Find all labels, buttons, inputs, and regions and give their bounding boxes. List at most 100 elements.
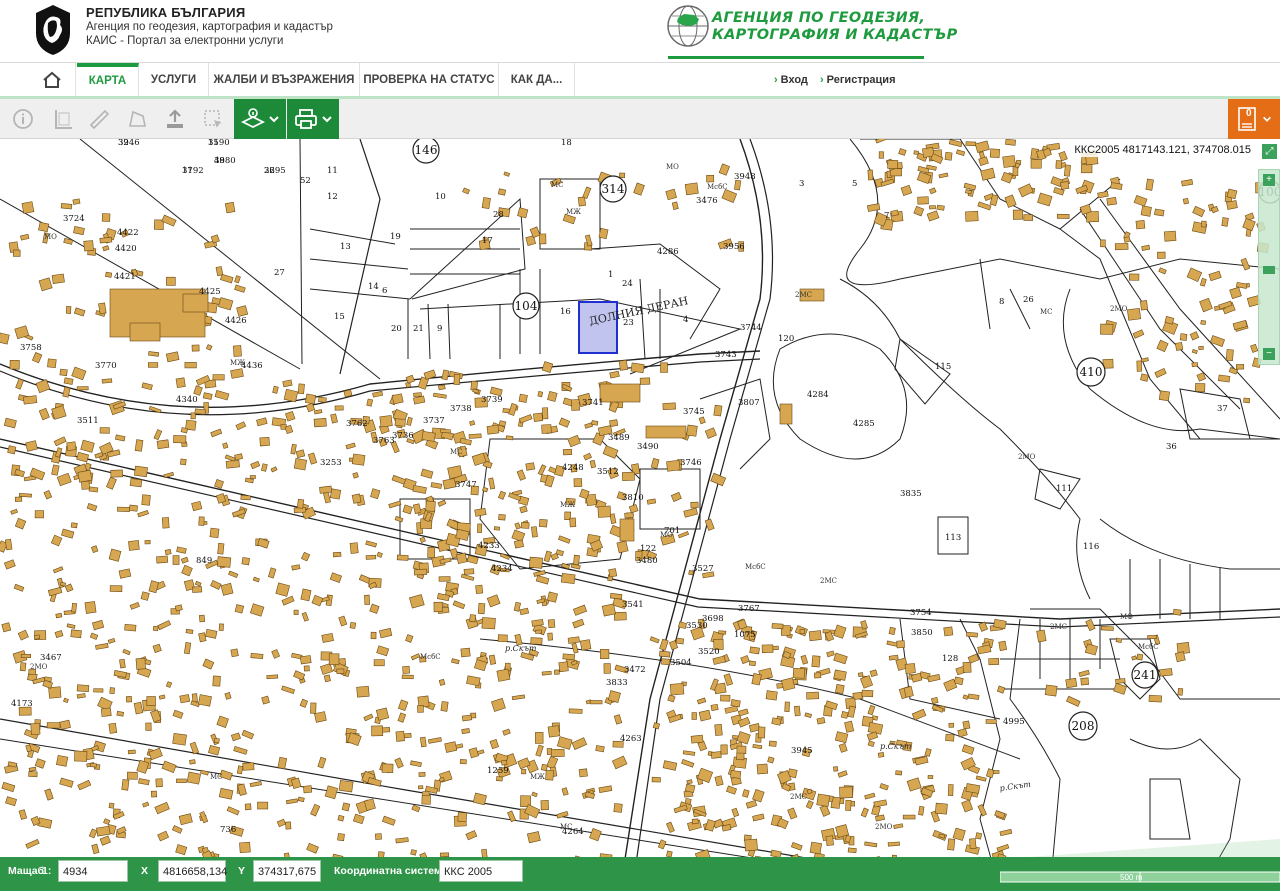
building [108,802,115,809]
layers-dropdown-button[interactable] [234,99,286,139]
building [161,214,177,227]
map-canvas[interactable]: 146 314 104 410 208 241 100 ДОЛНИЯ ДЕРАН… [0,139,1280,891]
parcel-label: 3948 [734,172,756,182]
parcel-label: 3530 [686,621,708,631]
measure-distance-tool-button[interactable] [82,103,116,135]
building [166,276,176,286]
building [181,564,193,577]
building [1242,217,1256,232]
cadastral-map[interactable]: 146 314 104 410 208 241 100 ДОЛНИЯ ДЕРАН… [0,139,1280,891]
building [1147,635,1157,640]
building [83,240,94,252]
nav-tab-status-check[interactable]: ПРОВЕРКА НА СТАТУС [360,63,499,97]
zoom-slider[interactable]: + − [1258,169,1280,365]
building [109,585,123,593]
building [537,464,547,476]
building [749,646,760,655]
parcel-label: 3467 [40,653,62,663]
building [947,784,954,796]
building [569,517,577,528]
measure-area-tool-button[interactable] [46,103,80,135]
building [306,842,319,854]
building [119,658,126,669]
building [488,654,497,665]
y-coordinate-input[interactable]: 374317,675 [253,860,321,882]
scale-input[interactable]: 4934 [58,860,128,882]
zoom-handle[interactable] [1263,266,1275,274]
building [838,743,848,753]
parcel-label: 3762 [346,419,368,429]
building [847,847,857,854]
parcel-label: 4 [683,315,688,325]
cart-button[interactable]: 0 [1228,99,1280,139]
building [50,534,63,547]
upload-tool-button[interactable] [158,103,192,135]
building [283,388,299,403]
building [336,668,345,674]
building [438,384,446,391]
parcel-label: 3743 [715,350,737,360]
building [998,640,1007,651]
building [205,628,218,639]
nav-tab-services[interactable]: УСЛУГИ [139,63,209,97]
building [781,677,796,692]
info-tool-button[interactable] [6,103,40,135]
building [1044,684,1058,697]
building [740,655,750,665]
login-link[interactable]: › Вход [774,63,808,97]
building [944,151,953,161]
parcel-label: 4420 [115,244,137,254]
building [657,839,667,850]
parcel-label: 15 [334,312,345,322]
building [771,717,782,726]
building [1123,236,1131,243]
building [33,634,41,640]
draw-polygon-tool-button[interactable] [120,103,154,135]
nav-tab-complaints[interactable]: ЖАЛБИ И ВЪЗРАЖЕНИЯ [209,63,360,97]
building [613,611,627,621]
building [51,464,60,476]
building [554,669,560,675]
building [530,526,538,538]
home-button[interactable] [28,63,76,97]
building [137,509,149,518]
register-link[interactable]: › Регистрация [820,63,895,97]
nav-tab-map[interactable]: КАРТА [77,63,139,97]
building [913,150,919,155]
building [622,471,635,481]
building [250,460,261,470]
building [511,694,526,701]
nav-tab-how-to[interactable]: КАК ДА... [499,63,575,97]
building [598,227,609,240]
building [501,759,508,766]
x-coordinate-input[interactable]: 4816658,134 [158,860,227,882]
building [519,607,530,616]
building [99,427,110,434]
zoom-out-button[interactable]: − [1263,348,1275,360]
building [698,416,706,425]
building [409,594,425,609]
building [726,785,738,795]
building [977,201,992,211]
building-type-label: МО [666,163,679,171]
crs-select[interactable]: ККС 2005 [439,860,523,882]
building [989,148,1001,159]
building [297,796,305,803]
parcel-label: 14 [368,282,379,292]
building [236,765,244,775]
building [609,370,620,379]
building [811,655,821,668]
building [488,477,496,490]
building [282,379,293,388]
expand-map-button[interactable]: ⤢ [1262,144,1277,159]
zoom-in-button[interactable]: + [1263,174,1275,186]
building [736,731,751,745]
print-dropdown-button[interactable] [287,99,339,139]
select-area-tool-button[interactable] [196,103,230,135]
parcel-label: 36 [1166,442,1177,452]
building [405,634,414,643]
building [136,759,150,774]
building [444,741,458,753]
building [867,740,875,748]
building [261,695,270,705]
